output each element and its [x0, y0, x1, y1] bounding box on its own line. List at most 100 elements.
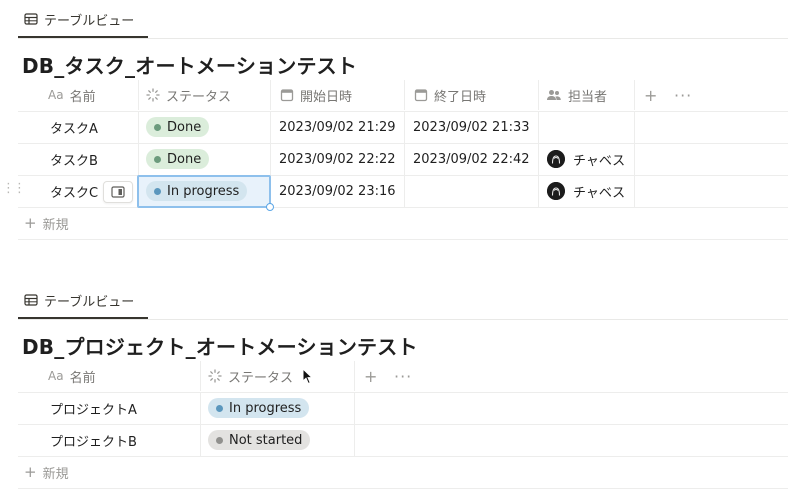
more-horizontal-icon: ···	[394, 366, 413, 386]
column-header-label: ステータス	[228, 370, 294, 386]
more-options-button[interactable]: ···	[674, 80, 692, 110]
open-in-side-peek-icon	[111, 183, 125, 202]
column-header-label: 終了日時	[434, 89, 487, 105]
row-name[interactable]: プロジェクトA	[50, 392, 137, 424]
divider	[18, 319, 788, 320]
column-separator	[138, 80, 139, 110]
row-name[interactable]: タスクC	[50, 175, 98, 207]
row-divider	[18, 456, 788, 457]
column-header-name[interactable]: Aa 名前	[48, 80, 96, 110]
row-start-date[interactable]: 2023/09/02 22:22	[279, 143, 396, 175]
status-property-icon	[146, 88, 160, 102]
status-badge: Not started	[208, 430, 311, 450]
table-row[interactable]: タスクA Done 2023/09/02 21:29 2023/09/02 21…	[18, 111, 788, 143]
column-header-label: ステータス	[166, 89, 232, 105]
status-dot	[154, 155, 161, 163]
avatar	[547, 182, 565, 200]
column-header-label: 名前	[69, 89, 96, 105]
row-start-date[interactable]: 2023/09/02 23:16	[279, 175, 396, 207]
table-icon	[24, 293, 38, 307]
status-label: In progress	[229, 400, 302, 416]
view-tab-table[interactable]: テーブルビュー	[18, 8, 140, 30]
row-divider	[18, 239, 788, 240]
database-title: DB_プロジェクト_オートメーションテスト	[22, 335, 418, 359]
add-new-row-button[interactable]: + 新規	[18, 208, 69, 238]
column-header-label: 開始日時	[300, 89, 353, 105]
status-dot	[216, 436, 223, 444]
text-property-icon: Aa	[48, 88, 64, 102]
column-separator	[270, 80, 271, 110]
plus-icon: +	[644, 85, 658, 105]
status-label: In progress	[167, 183, 240, 199]
column-header-assignee[interactable]: 担当者	[546, 80, 607, 110]
status-label: Not started	[229, 432, 303, 448]
column-header-label: 名前	[69, 370, 96, 386]
assignee-name: チャベス	[573, 185, 626, 201]
add-new-row-button[interactable]: + 新規	[18, 457, 69, 487]
column-header-status[interactable]: ステータス	[208, 361, 293, 391]
table-row[interactable]: タスクB Done 2023/09/02 22:22 2023/09/02 22…	[18, 143, 788, 175]
plus-icon: +	[24, 214, 37, 232]
row-status[interactable]: Done	[146, 143, 210, 175]
row-status[interactable]: Not started	[208, 424, 311, 456]
row-divider	[18, 488, 788, 489]
status-badge: Done	[146, 117, 210, 137]
row-status[interactable]: Done	[146, 111, 210, 143]
column-separator	[200, 361, 201, 391]
row-start-date[interactable]: 2023/09/02 21:29	[279, 111, 396, 143]
column-separator	[404, 80, 405, 110]
people-icon	[546, 88, 562, 102]
status-dot	[154, 187, 161, 195]
row-name[interactable]: プロジェクトB	[50, 424, 137, 456]
column-header-status[interactable]: ステータス	[146, 80, 231, 110]
table-header: Aa 名前 ステータス + ···	[18, 361, 788, 391]
column-header-name[interactable]: Aa 名前	[48, 361, 96, 391]
row-assignee[interactable]: チャベス	[547, 175, 625, 207]
column-separator	[354, 361, 355, 391]
status-badge: Done	[146, 149, 210, 169]
status-property-icon	[208, 369, 222, 383]
table-row[interactable]: プロジェクトB Not started	[18, 424, 788, 456]
view-tab-label: テーブルビュー	[44, 294, 135, 310]
row-status[interactable]: In progress	[208, 392, 310, 424]
divider	[18, 38, 788, 39]
status-badge: In progress	[146, 181, 248, 201]
calendar-icon	[280, 88, 294, 102]
assignee-name: チャベス	[573, 153, 626, 169]
row-end-date[interactable]: 2023/09/02 21:33	[413, 111, 530, 143]
status-dot	[216, 404, 223, 412]
status-badge: In progress	[208, 398, 310, 418]
calendar-icon	[414, 88, 428, 102]
column-header-start[interactable]: 開始日時	[280, 80, 352, 110]
status-dot	[154, 123, 161, 131]
table-row[interactable]: タスクC In progress 2023/09/02 23:16 チャベス	[18, 175, 788, 207]
more-options-button[interactable]: ···	[394, 361, 412, 391]
status-label: Done	[167, 151, 202, 167]
text-property-icon: Aa	[48, 369, 64, 383]
mouse-cursor-icon	[302, 367, 314, 389]
row-name[interactable]: タスクA	[50, 111, 98, 143]
new-row-label: 新規	[42, 466, 69, 482]
plus-icon: +	[364, 366, 378, 386]
table-row[interactable]: プロジェクトA In progress	[18, 392, 788, 424]
add-property-button[interactable]: +	[644, 80, 657, 110]
column-header-end[interactable]: 終了日時	[414, 80, 486, 110]
table-icon	[24, 12, 38, 26]
view-tab-table[interactable]: テーブルビュー	[18, 289, 140, 311]
column-separator	[538, 80, 539, 110]
database-title: DB_タスク_オートメーションテスト	[22, 54, 358, 78]
row-status[interactable]: In progress	[146, 175, 248, 207]
new-row-label: 新規	[42, 217, 69, 233]
add-property-button[interactable]: +	[364, 361, 377, 391]
more-horizontal-icon: ···	[674, 85, 693, 105]
status-label: Done	[167, 119, 202, 135]
row-end-date[interactable]: 2023/09/02 22:42	[413, 143, 530, 175]
row-name[interactable]: タスクB	[50, 143, 98, 175]
row-assignee[interactable]: チャベス	[547, 143, 625, 175]
plus-icon: +	[24, 463, 37, 481]
avatar	[547, 150, 565, 168]
open-page-button[interactable]	[103, 181, 133, 203]
table-header: Aa 名前 ステータス 開始日時 終了日時 担当者 + ···	[18, 80, 788, 110]
view-tab-label: テーブルビュー	[44, 13, 135, 29]
column-separator	[634, 80, 635, 110]
